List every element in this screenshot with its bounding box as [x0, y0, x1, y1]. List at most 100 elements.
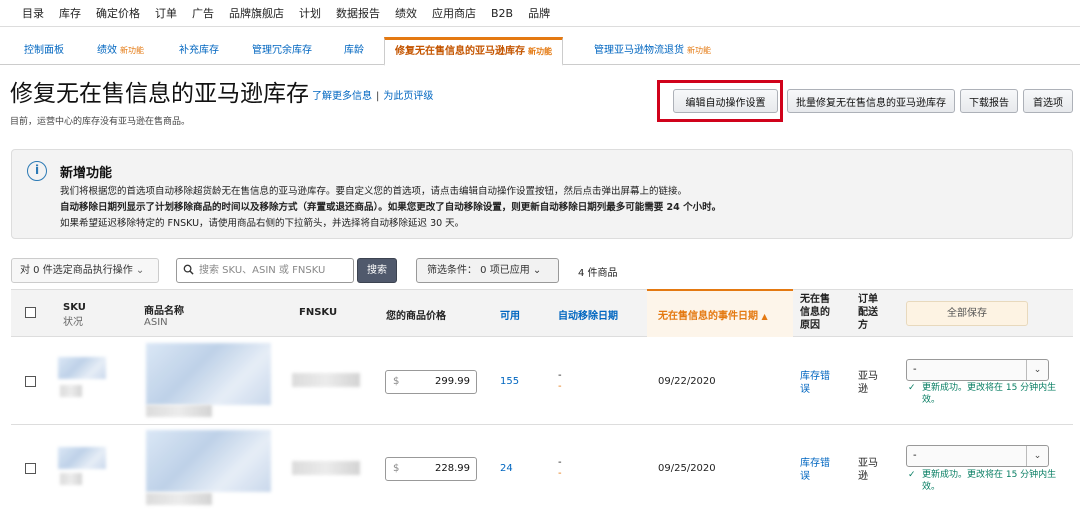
checkmark-icon: ✓ — [908, 383, 916, 393]
product-name-redacted[interactable] — [146, 430, 271, 492]
bulk-action-select[interactable]: 对 0 件选定商品执行操作 ⌄ — [11, 258, 159, 283]
chevron-down-icon: ⌄ — [532, 265, 542, 276]
notice-line-1: 我们将根据您的首选项自动移除超货龄无在售信息的亚马逊库存。要自定义您的首选项，请… — [60, 186, 688, 197]
save-all-button[interactable]: 全部保存 — [906, 301, 1028, 326]
tab-restock[interactable]: 补充库存 — [179, 37, 219, 65]
fnsku-redacted — [292, 373, 360, 387]
top-nav-catalog[interactable]: 目录 — [22, 5, 44, 21]
fulfillment: 亚马逊 — [858, 371, 878, 395]
row-checkbox[interactable] — [25, 463, 36, 474]
tab-label: 库龄 — [344, 45, 364, 56]
reason-link[interactable]: 库存错误 — [800, 457, 836, 483]
price-input[interactable]: $299.99 — [385, 370, 477, 394]
title-links: 了解更多信息 | 为此页评级 — [312, 87, 433, 102]
available-quantity[interactable]: 155 — [500, 376, 519, 387]
preferences-button[interactable]: 首选项 — [1023, 89, 1073, 113]
row-action-select[interactable]: - ⌄ — [906, 359, 1049, 381]
currency-symbol: $ — [393, 463, 400, 474]
event-date: 09/22/2020 — [658, 376, 716, 387]
event-date: 09/25/2020 — [658, 463, 716, 474]
row-checkbox[interactable] — [25, 376, 36, 387]
new-badge: 新功能 — [528, 47, 552, 56]
asin-label: ASIN — [144, 317, 168, 328]
top-nav-brands[interactable]: 品牌 — [528, 5, 550, 21]
new-badge: 新功能 — [120, 46, 144, 55]
tab-dashboard[interactable]: 控制面板 — [24, 37, 64, 65]
product-name-redacted[interactable] — [146, 343, 271, 405]
top-nav-inventory[interactable]: 库存 — [59, 5, 81, 21]
header-sku[interactable]: SKU 状况 — [63, 302, 86, 328]
top-nav-pricing[interactable]: 确定价格 — [96, 5, 140, 21]
row-action-value: - — [913, 450, 917, 461]
bulk-fix-button[interactable]: 批量修复无在售信息的亚马逊库存 — [787, 89, 955, 113]
available-quantity[interactable]: 24 — [500, 463, 513, 474]
success-text: 更新成功。更改将在 15 分钟内生效。 — [922, 470, 1057, 492]
tab-label: 绩效 — [97, 45, 117, 56]
tab-inventory-age[interactable]: 库龄 — [344, 37, 364, 65]
top-nav-b2b[interactable]: B2B — [491, 7, 513, 20]
info-icon: i — [27, 161, 47, 181]
update-success-message: ✓ 更新成功。更改将在 15 分钟内生效。 — [908, 382, 1068, 406]
header-auto-removal-date[interactable]: 自动移除日期 — [558, 307, 618, 322]
link-separator: | — [376, 91, 380, 102]
top-nav-stores[interactable]: 品牌旗舰店 — [229, 5, 284, 21]
page-subtitle: 目前，运营中心的库存没有亚马逊在售商品。 — [10, 117, 191, 127]
top-nav: 目录 库存 确定价格 订单 广告 品牌旗舰店 计划 数据报告 绩效 应用商店 B… — [0, 0, 1080, 27]
header-event-date[interactable]: 无在售信息的事件日期 ▲ — [658, 307, 768, 322]
header-reason: 无在售信息的原因 — [800, 294, 830, 331]
notice-line-2: 自动移除日期列显示了计划移除商品的时间以及移除方式（弃置或退还商品）。如果您更改… — [60, 202, 722, 213]
page-title: 修复无在售信息的亚马逊库存 — [10, 81, 309, 107]
notice-line-3: 如果希望延迟移除特定的 FNSKU，请使用商品右侧的下拉箭头，并选择将自动移除延… — [60, 218, 465, 229]
fulfillment: 亚马逊 — [858, 458, 878, 482]
currency-symbol: $ — [393, 376, 400, 387]
learn-more-link[interactable]: 了解更多信息 — [312, 91, 372, 102]
download-report-button[interactable]: 下载报告 — [960, 89, 1018, 113]
filter-select[interactable]: 筛选条件： 0 项已应用 ⌄ — [416, 258, 559, 283]
sort-ascending-icon: ▲ — [761, 312, 768, 321]
tab-label: 管理冗余库存 — [252, 45, 312, 56]
tab-label: 控制面板 — [24, 45, 64, 56]
chevron-down-icon[interactable]: ⌄ — [1026, 446, 1048, 466]
auto-removal-date: - — [558, 370, 562, 381]
product-name-label: 商品名称 — [144, 306, 184, 317]
top-nav-performance[interactable]: 绩效 — [395, 5, 417, 21]
search-button[interactable]: 搜索 — [357, 258, 397, 283]
tab-excess-inventory[interactable]: 管理冗余库存 — [252, 37, 312, 65]
top-nav-orders[interactable]: 订单 — [155, 5, 177, 21]
top-nav-appstore[interactable]: 应用商店 — [432, 5, 476, 21]
header-product-name[interactable]: 商品名称 ASIN — [144, 302, 184, 328]
auto-removal-method: - — [558, 381, 562, 392]
sku-label: SKU — [63, 302, 86, 313]
fnsku-redacted — [292, 461, 360, 475]
top-nav-reports[interactable]: 数据报告 — [336, 5, 380, 21]
auto-removal-method: - — [558, 468, 562, 479]
select-all-checkbox[interactable] — [25, 307, 36, 318]
header-fnsku[interactable]: FNSKU — [299, 307, 337, 318]
auto-removal-date: - — [558, 457, 562, 468]
row-action-select[interactable]: - ⌄ — [906, 445, 1049, 467]
price-input[interactable]: $228.99 — [385, 457, 477, 481]
top-nav-advertising[interactable]: 广告 — [192, 5, 214, 21]
asin-redacted — [146, 405, 212, 417]
notice-title: 新增功能 — [60, 166, 113, 181]
checkmark-icon: ✓ — [908, 470, 916, 480]
sku-image-redacted — [58, 357, 106, 379]
tab-performance[interactable]: 绩效 新功能 — [97, 37, 144, 65]
item-count: 4 件商品 — [578, 268, 618, 279]
sub-nav: 控制面板 绩效 新功能 补充库存 管理冗余库存 库龄 修复无在售信息的亚马逊库存新… — [0, 37, 1080, 66]
asin-redacted — [146, 493, 212, 505]
row-action-value: - — [913, 364, 917, 375]
tab-label: 管理亚马逊物流退货 — [594, 45, 684, 56]
filter-label: 筛选条件： 0 项已应用 — [427, 265, 530, 276]
reason-link[interactable]: 库存错误 — [800, 370, 836, 396]
chevron-down-icon[interactable]: ⌄ — [1026, 360, 1048, 380]
search-input[interactable]: 搜索 SKU、ASIN 或 FNSKU — [176, 258, 354, 283]
header-price[interactable]: 您的商品价格 — [386, 307, 446, 322]
rate-page-link[interactable]: 为此页评级 — [383, 91, 433, 102]
tab-fba-returns[interactable]: 管理亚马逊物流退货 新功能 — [594, 37, 711, 65]
tab-label: 修复无在售信息的亚马逊库存 — [395, 46, 525, 57]
header-available[interactable]: 可用 — [500, 307, 520, 322]
tab-fix-stranded[interactable]: 修复无在售信息的亚马逊库存 新功能 — [384, 37, 563, 66]
sku-image-redacted — [58, 447, 106, 469]
top-nav-programs[interactable]: 计划 — [299, 5, 321, 21]
